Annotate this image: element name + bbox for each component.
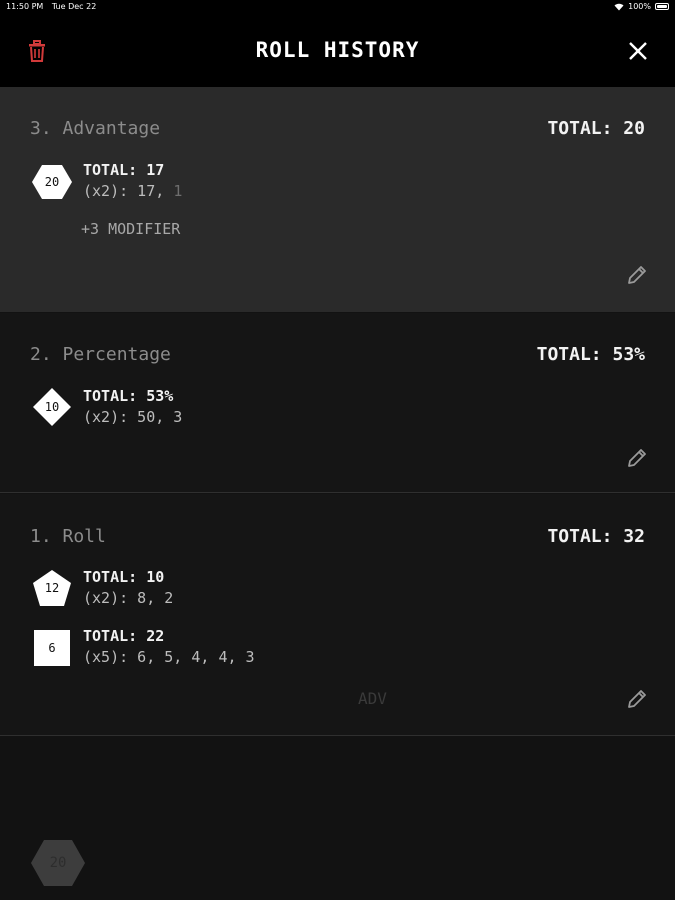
pentagon-d12-icon: 12	[32, 568, 72, 608]
wifi-icon	[614, 3, 624, 10]
edit-pencil-icon[interactable]	[626, 688, 648, 710]
die-label: 6	[48, 641, 56, 655]
roll-detail-dropped: 1	[173, 182, 183, 200]
roll-detail: (x2): 17, 1	[83, 182, 182, 200]
entry-total: TOTAL: 32	[547, 526, 645, 547]
modifier-label: +3 MODIFIER	[81, 220, 181, 238]
history-entry: 2. Percentage TOTAL: 53% 10 TOTAL: 53% (…	[0, 313, 675, 493]
square-d6-icon: 6	[32, 628, 72, 668]
roll-total: TOTAL: 10	[83, 568, 165, 586]
diamond-d10-icon: 10	[32, 387, 72, 427]
battery-icon	[655, 3, 669, 10]
entry-title: 2. Percentage	[30, 344, 171, 365]
die-label: 20	[44, 175, 60, 189]
hexagon-d20-icon: 20	[32, 162, 72, 202]
roll-total: TOTAL: 53%	[83, 387, 174, 405]
roll-total: TOTAL: 17	[83, 161, 165, 179]
edit-pencil-icon[interactable]	[626, 264, 648, 286]
background-d20-icon: 20	[30, 838, 86, 888]
die-label: 12	[44, 581, 60, 595]
roll-total: TOTAL: 22	[83, 627, 165, 645]
die-label: 10	[44, 400, 60, 414]
status-time: 11:50 PM	[6, 2, 44, 11]
background-die-label: 20	[49, 855, 67, 871]
history-entry: 3. Advantage TOTAL: 20 20 TOTAL: 17 (x2)…	[0, 87, 675, 312]
header-bar: ROLL HISTORY	[0, 14, 675, 87]
roll-detail: (x2): 50, 3	[83, 408, 183, 426]
status-date: Tue Dec 22	[51, 2, 97, 11]
battery-percent: 100%	[628, 2, 651, 11]
roll-detail-kept: (x2): 17,	[83, 182, 165, 200]
edit-pencil-icon[interactable]	[626, 447, 648, 469]
status-left: 11:50 PM Tue Dec 22	[6, 2, 102, 11]
entry-total: TOTAL: 53%	[536, 344, 645, 365]
status-right: 100%	[614, 2, 669, 11]
roll-detail: (x2): 8, 2	[83, 589, 174, 607]
entry-title: 1. Roll	[30, 526, 106, 547]
roll-detail: (x5): 6, 5, 4, 4, 3	[83, 648, 255, 666]
entry-title: 3. Advantage	[30, 118, 161, 139]
dimmed-background	[0, 737, 675, 900]
page-title: ROLL HISTORY	[255, 38, 420, 62]
background-adv-label: ADV	[358, 689, 387, 708]
entry-total: TOTAL: 20	[547, 118, 645, 139]
status-bar: 11:50 PM Tue Dec 22 100%	[0, 0, 675, 14]
history-entry: 1. Roll TOTAL: 32 12 TOTAL: 10 (x2): 8, …	[0, 494, 675, 736]
close-icon[interactable]	[628, 41, 648, 61]
